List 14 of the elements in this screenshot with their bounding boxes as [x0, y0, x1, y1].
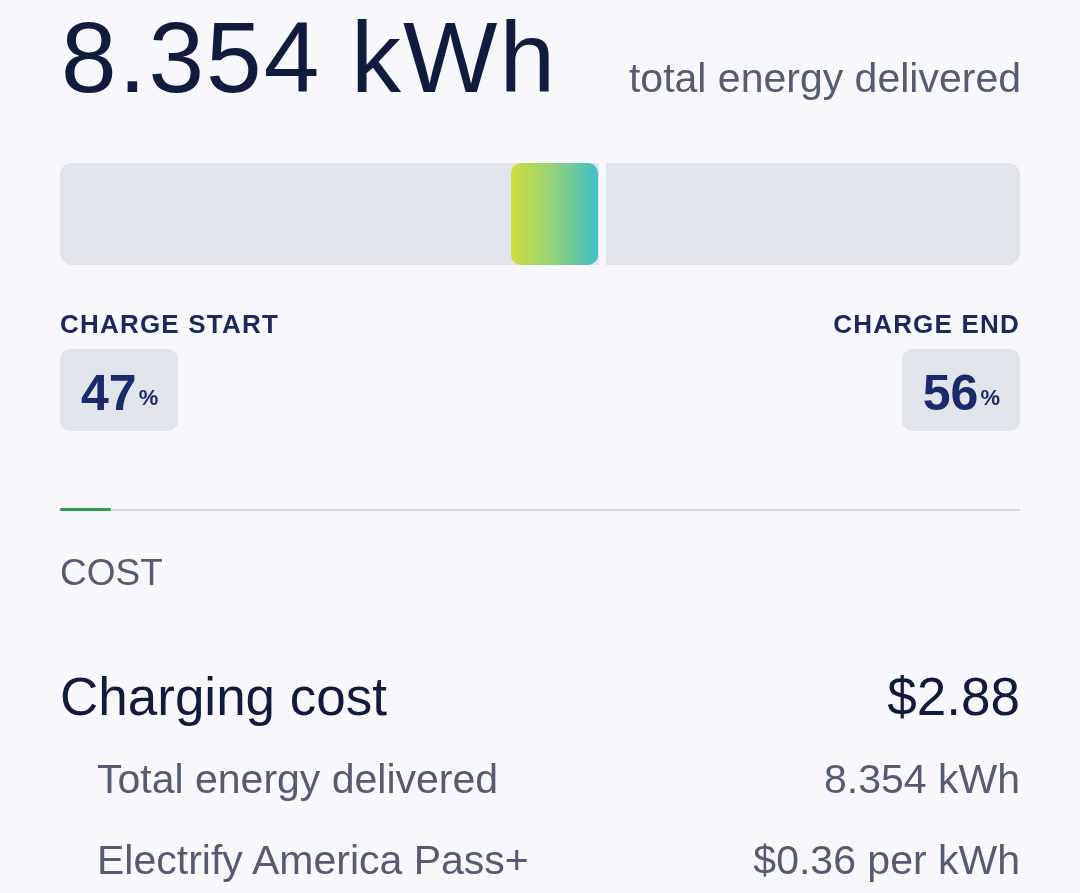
cost-value: $2.88 [887, 669, 1020, 725]
charge-label: CHARGE START [60, 309, 280, 339]
cost-item-value: 8.354 kWh [824, 755, 1020, 804]
energy-total-label: total energy delivered [628, 58, 1021, 99]
percent-badge: 56% [901, 349, 1020, 431]
accent-line [60, 508, 111, 511]
cost-item-label: Electrify America Pass+ [97, 836, 529, 885]
cost-label: Charging cost [60, 669, 387, 725]
section-heading: COST [60, 551, 163, 595]
percent-badge: 47% [60, 349, 179, 431]
charge-label: CHARGE END [833, 309, 1020, 339]
energy-total-value: 8.354 kWh [61, 7, 558, 107]
cost-item-label: Total energy delivered [97, 755, 499, 804]
cost-item-value: $0.36 per kWh [753, 836, 1020, 885]
